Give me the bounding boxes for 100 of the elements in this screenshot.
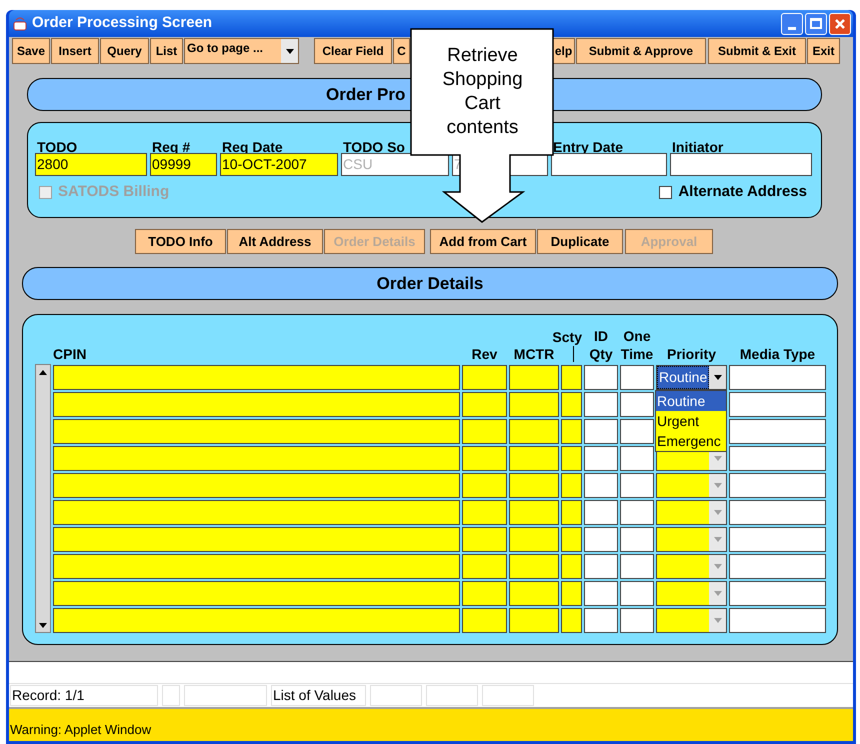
grid-input[interactable] xyxy=(462,608,507,633)
grid-input[interactable] xyxy=(561,392,582,417)
priority-dropdown[interactable] xyxy=(656,581,727,606)
toolbar-button[interactable]: Exit xyxy=(807,38,840,64)
toolbar-button[interactable]: elp xyxy=(552,38,575,64)
grid-input[interactable] xyxy=(729,581,826,606)
grid-input[interactable] xyxy=(509,365,559,390)
toolbar-button[interactable]: Clear Field xyxy=(314,38,392,64)
grid-input[interactable] xyxy=(620,365,654,390)
text-field[interactable] xyxy=(551,153,667,176)
grid-input[interactable] xyxy=(509,500,559,525)
grid-input[interactable] xyxy=(509,608,559,633)
action-button[interactable]: TODO Info xyxy=(135,229,226,254)
action-button[interactable]: Alt Address xyxy=(227,229,323,254)
priority-option[interactable]: Urgent xyxy=(656,411,726,431)
grid-input[interactable] xyxy=(561,500,582,525)
grid-input[interactable] xyxy=(53,500,460,525)
grid-input[interactable] xyxy=(53,554,460,579)
toolbar-button[interactable]: Save xyxy=(12,38,50,64)
grid-input[interactable] xyxy=(584,608,618,633)
grid-input[interactable] xyxy=(620,419,654,444)
grid-input[interactable] xyxy=(729,608,826,633)
toolbar-button[interactable]: Query xyxy=(100,38,149,64)
grid-input[interactable] xyxy=(620,473,654,498)
grid-input[interactable] xyxy=(729,473,826,498)
grid-input[interactable] xyxy=(584,581,618,606)
grid-input[interactable] xyxy=(509,392,559,417)
grid-input[interactable] xyxy=(620,446,654,471)
checkbox[interactable] xyxy=(659,186,672,199)
grid-input[interactable] xyxy=(561,419,582,444)
grid-input[interactable] xyxy=(462,527,507,552)
grid-input[interactable] xyxy=(561,446,582,471)
priority-dropdown[interactable] xyxy=(656,554,727,579)
action-button[interactable]: Add from Cart xyxy=(430,229,536,254)
page-dropdown[interactable]: Go to page ... xyxy=(184,38,299,64)
close-button[interactable] xyxy=(829,12,851,34)
toolbar-button[interactable]: List xyxy=(150,38,183,64)
grid-input[interactable] xyxy=(584,446,618,471)
grid-input[interactable] xyxy=(584,365,618,390)
grid-input[interactable] xyxy=(462,419,507,444)
priority-dropdown[interactable] xyxy=(656,500,727,525)
grid-input[interactable] xyxy=(620,527,654,552)
text-field[interactable]: 09999 xyxy=(150,153,217,176)
text-field[interactable]: 10-OCT-2007 xyxy=(220,153,338,176)
grid-input[interactable] xyxy=(584,527,618,552)
grid-input[interactable] xyxy=(620,500,654,525)
grid-input[interactable] xyxy=(729,392,826,417)
grid-input[interactable] xyxy=(561,365,582,390)
grid-input[interactable] xyxy=(729,527,826,552)
toolbar-button[interactable]: Submit & Approve xyxy=(576,38,706,64)
grid-input[interactable] xyxy=(620,608,654,633)
grid-input[interactable] xyxy=(462,473,507,498)
grid-input[interactable] xyxy=(509,419,559,444)
text-field[interactable]: 2800 xyxy=(35,153,147,176)
grid-input[interactable] xyxy=(53,527,460,552)
grid-input[interactable] xyxy=(53,392,460,417)
grid-input[interactable] xyxy=(53,446,460,471)
scrollbar[interactable] xyxy=(35,364,51,633)
grid-input[interactable] xyxy=(620,581,654,606)
grid-input[interactable] xyxy=(462,446,507,471)
grid-input[interactable] xyxy=(462,365,507,390)
priority-dropdown[interactable] xyxy=(656,473,727,498)
grid-input[interactable] xyxy=(509,527,559,552)
grid-input[interactable] xyxy=(462,500,507,525)
grid-input[interactable] xyxy=(584,500,618,525)
toolbar-button[interactable]: Submit & Exit xyxy=(708,38,806,64)
grid-input[interactable] xyxy=(53,365,460,390)
grid-input[interactable] xyxy=(729,419,826,444)
priority-dropdown[interactable] xyxy=(656,527,727,552)
toolbar-button[interactable]: Insert xyxy=(51,38,99,64)
action-button[interactable]: Duplicate xyxy=(537,229,623,254)
grid-input[interactable] xyxy=(53,608,460,633)
grid-input[interactable] xyxy=(462,392,507,417)
priority-dropdown[interactable] xyxy=(656,608,727,633)
grid-input[interactable] xyxy=(729,554,826,579)
priority-option[interactable]: Routine xyxy=(656,391,726,411)
grid-input[interactable] xyxy=(584,419,618,444)
maximize-button[interactable] xyxy=(805,12,827,34)
grid-input[interactable] xyxy=(462,581,507,606)
grid-input[interactable] xyxy=(584,392,618,417)
priority-option[interactable]: Emergenc xyxy=(656,431,726,451)
grid-input[interactable] xyxy=(584,473,618,498)
grid-input[interactable] xyxy=(509,581,559,606)
minimize-button[interactable] xyxy=(781,12,803,34)
text-field[interactable] xyxy=(670,153,812,176)
grid-input[interactable] xyxy=(584,554,618,579)
grid-input[interactable] xyxy=(53,473,460,498)
grid-input[interactable] xyxy=(462,554,507,579)
grid-input[interactable] xyxy=(509,446,559,471)
grid-input[interactable] xyxy=(509,473,559,498)
grid-input[interactable] xyxy=(620,554,654,579)
grid-input[interactable] xyxy=(561,581,582,606)
toolbar-button[interactable]: C xyxy=(393,38,410,64)
grid-input[interactable] xyxy=(620,392,654,417)
grid-input[interactable] xyxy=(509,554,559,579)
grid-input[interactable] xyxy=(53,581,460,606)
grid-input[interactable] xyxy=(561,527,582,552)
grid-input[interactable] xyxy=(729,500,826,525)
grid-input[interactable] xyxy=(53,419,460,444)
priority-dropdown[interactable]: Routine xyxy=(656,365,727,390)
